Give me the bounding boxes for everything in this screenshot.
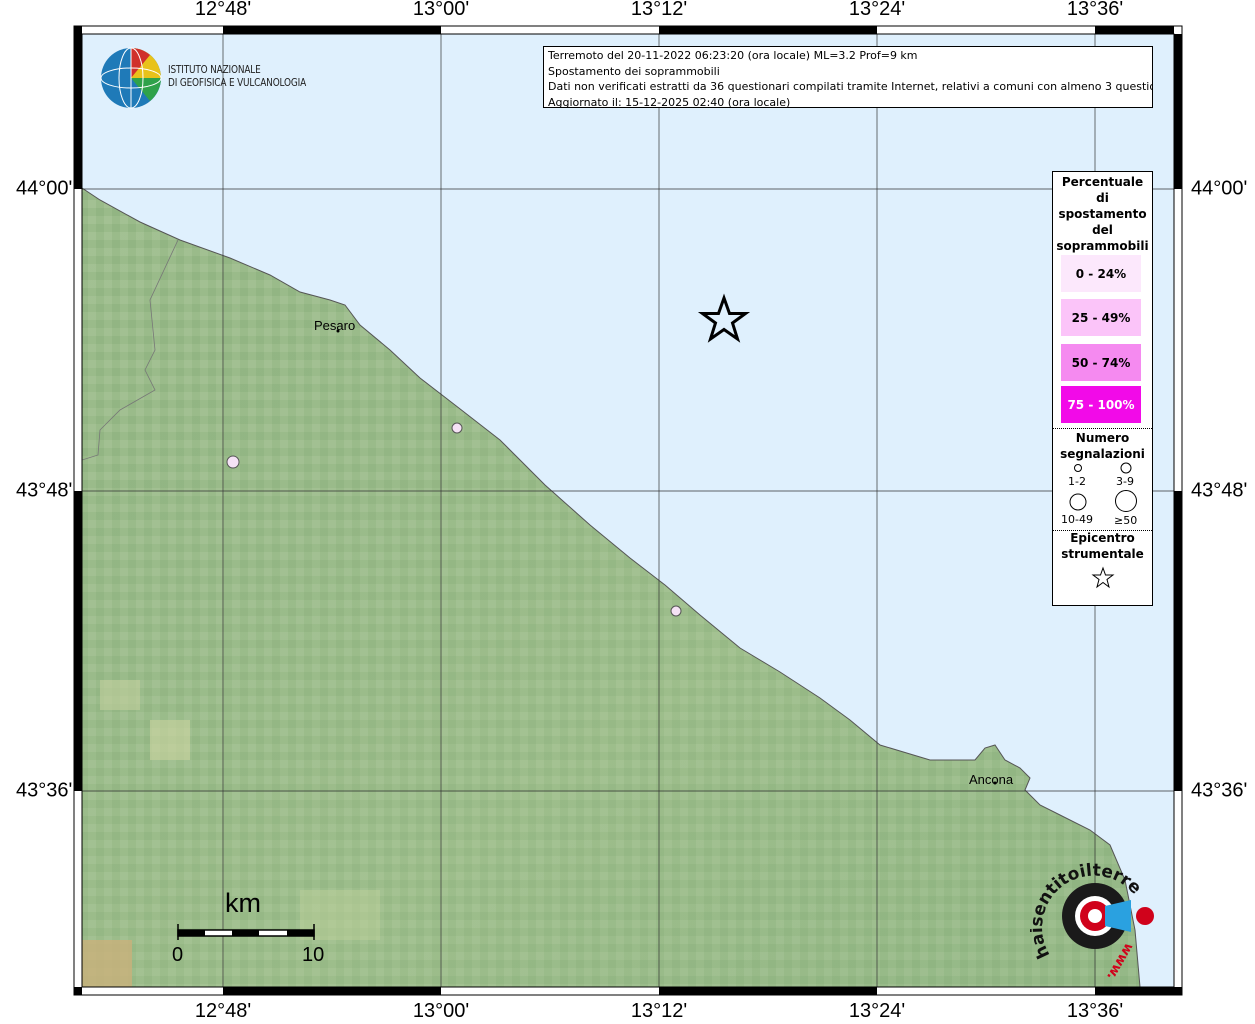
logo-line-2: DI GEOFISICA E VULCANOLOGIA (168, 77, 307, 89)
lat-label-right: 43°36' (1191, 779, 1248, 802)
scale-unit-label: km (225, 888, 261, 918)
event-info-box: Terremoto del 20-11-2022 06:23:20 (ora l… (543, 46, 1153, 108)
lon-label-top: 13°00' (412, 0, 470, 20)
lon-label-bottom: 13°00' (412, 1000, 470, 1022)
legend-title-line: del (1092, 223, 1113, 237)
lat-label-right: 44°00' (1191, 177, 1248, 200)
legend-title-line: Percentuale (1061, 175, 1144, 189)
report-point[interactable] (226, 455, 240, 469)
lon-label-top: 13°36' (1066, 0, 1124, 20)
lat-label-left: 43°48' (16, 479, 73, 502)
legend-epicenter-title-line: strumentale (1061, 547, 1144, 561)
legend-count-10-49: 10-49 (1061, 513, 1093, 526)
report-point[interactable] (451, 422, 463, 434)
lon-label-bottom: 12°48' (194, 1000, 252, 1022)
logo-line-1: ISTITUTO NAZIONALE (168, 64, 261, 76)
city-label-pesaro: Pesaro (314, 318, 356, 333)
info-line-2: Spostamento dei soprammobili (548, 64, 720, 78)
legend-class-75-100: 75 - 100% (1061, 386, 1141, 423)
lon-label-bottom: 13°12' (630, 1000, 688, 1022)
info-line-3: Dati non verificati estratti da 36 quest… (548, 80, 1153, 93)
scale-end-label: 10 (302, 944, 325, 966)
legend-count-50-plus: ≥50 (1114, 514, 1138, 527)
legend-count-1-2: 1-2 (1068, 475, 1086, 488)
brand-lettering: haisentitoilterremoto.it www. (1030, 860, 1145, 980)
lon-label-bottom: 13°36' (1066, 1000, 1124, 1022)
legend-count-3-9: 3-9 (1116, 475, 1134, 488)
lon-label-top: 13°12' (630, 0, 688, 20)
ingv-logo: ISTITUTO NAZIONALE DI GEOFISICA E VULCAN… (168, 64, 330, 90)
lat-label-left: 43°36' (16, 779, 73, 802)
legend-epicenter-title: Epicentro strumentale (1053, 529, 1152, 562)
legend-epicenter-title-line: Epicentro (1070, 531, 1135, 545)
lat-label-right: 43°48' (1191, 479, 1248, 502)
legend-class-50-74: 50 - 74% (1061, 344, 1141, 381)
brand-url-text: www. (1103, 940, 1136, 980)
legend-title-line: spostamento (1058, 207, 1147, 221)
lon-label-bottom: 13°24' (848, 1000, 906, 1022)
legend-class-25-49: 25 - 49% (1061, 299, 1141, 336)
lat-label-left: 44°00' (16, 177, 73, 200)
legend-count-symbols (1069, 462, 1137, 512)
report-point[interactable] (670, 605, 682, 617)
legend-title-line: di (1096, 191, 1109, 205)
legend-star-icon (1091, 566, 1115, 589)
lon-label-top: 13°24' (848, 0, 906, 20)
info-line-1: Terremoto del 20-11-2022 06:23:20 (ora l… (548, 49, 918, 62)
legend-panel: Percentuale di spostamento del soprammob… (1052, 171, 1153, 606)
legend-title: Percentuale di spostamento del soprammob… (1053, 172, 1152, 254)
lon-label-top: 12°48' (194, 0, 252, 20)
city-label-ancona: Ancona (969, 772, 1014, 787)
info-line-4: Aggiornato il: 15-12-2025 02:40 (ora loc… (548, 95, 791, 108)
legend-count-title: Numero segnalazioni (1053, 429, 1152, 462)
scale-start-label: 0 (172, 944, 184, 966)
legend-class-0-24: 0 - 24% (1061, 255, 1141, 292)
ingv-globe-icon (100, 47, 162, 109)
legend-count-title-line: Numero (1075, 431, 1130, 445)
legend-title-line: soprammobili (1056, 239, 1149, 253)
